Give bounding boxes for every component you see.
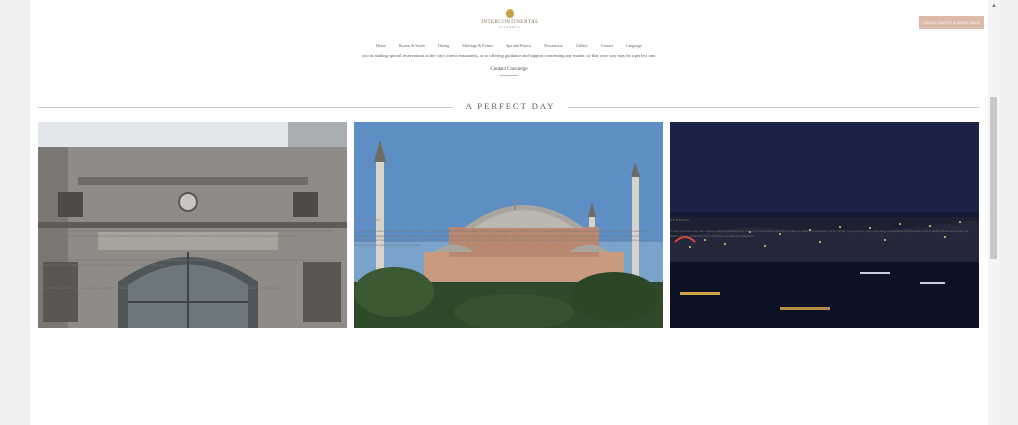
card-label-morning: MORNING [38,218,59,222]
morning-photo[interactable] [38,122,347,328]
scroll-thumb[interactable] [990,97,997,259]
check-rates-button[interactable]: CHECK RATES & BOOK NOW [919,16,984,29]
nav-item-destination[interactable]: Destination [544,40,562,52]
nav-item-rooms[interactable]: Rooms & Suites [399,40,425,52]
afternoon-photo[interactable] [354,122,663,328]
contact-concierge-link[interactable]: Contact Concierge [478,67,540,72]
card-text-evening-1: To end an Istanbul day, take a dinner cr… [670,229,969,238]
brand-emblem-icon [506,9,514,18]
nav-item-language[interactable]: Language [626,40,642,52]
link-underline [500,75,518,76]
card-label-evening: EVENING [670,218,690,222]
section-title: A PERFECT DAY [465,101,556,111]
brand-subtitle: ISTANBUL [498,25,522,29]
card-label-afternoon: AFTERNOON [354,218,381,222]
scrollbar[interactable]: ▲ [988,0,1000,425]
title-rule-right [568,107,980,108]
card-text-afternoon-1: At the end of the Galata Bridge you'll s… [354,229,653,247]
title-rule-left [38,107,453,108]
brand-logo[interactable]: INTERCONTINENTAL ISTANBUL [470,9,550,29]
evening-photo[interactable] [670,122,979,328]
nav-item-contact[interactable]: Contact [601,40,613,52]
scroll-up-arrow-icon[interactable]: ▲ [991,3,997,9]
header: INTERCONTINENTAL ISTANBUL CHECK RATES & … [30,0,988,40]
nav-item-spa[interactable]: Spa and Fitness [506,40,531,52]
nav-item-meetings[interactable]: Meetings & Events [462,40,493,52]
main-nav: Home Rooms & Suites Dining Meetings & Ev… [30,40,988,52]
intro-text: you in making special reservations at th… [361,53,657,58]
nav-item-home[interactable]: Home [376,40,386,52]
card-morning [38,122,347,328]
page: INTERCONTINENTAL ISTANBUL CHECK RATES & … [30,0,988,425]
card-text-morning-2: Throughout the time, different ethniciti… [38,258,335,267]
card-text-morning-1: A perfect Istanbul morning starts in lov… [38,229,333,238]
nav-item-dining[interactable]: Dining [438,40,449,52]
card-text-morning-3: Finally reaching at Galataport Istanbul,… [38,286,281,290]
card-afternoon [354,122,663,328]
nav-item-gallery[interactable]: Gallery [576,40,588,52]
card-evening [670,122,979,328]
section-title-row: A PERFECT DAY [38,101,980,113]
